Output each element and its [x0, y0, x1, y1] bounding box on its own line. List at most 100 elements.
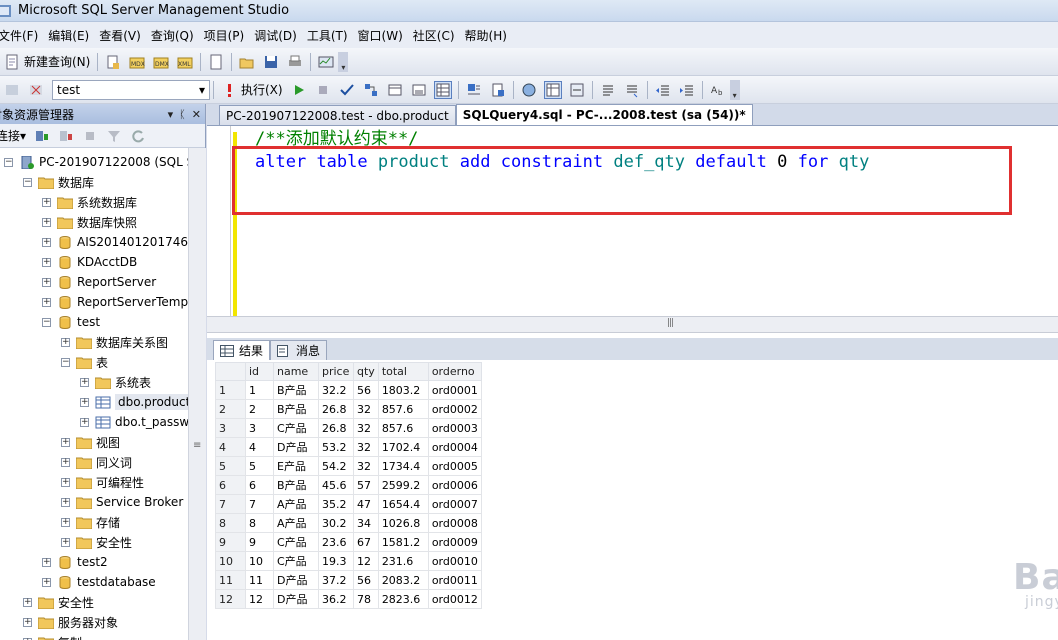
column-header[interactable]: total	[377, 362, 429, 381]
tree-node[interactable]: + 视图	[0, 432, 188, 452]
scroll-grip-icon[interactable]: ≡	[193, 440, 201, 451]
expand-icon[interactable]: +	[80, 417, 89, 427]
menu-item[interactable]: 窗口(W)	[358, 27, 413, 44]
tree-node[interactable]: + dbo.t_password	[0, 412, 188, 432]
grid-cell[interactable]: 12	[353, 551, 379, 571]
expand-icon[interactable]: +	[42, 577, 51, 587]
tree-vertical-scrollbar[interactable]: ≡	[188, 148, 206, 640]
grid-cell[interactable]: A产品	[273, 513, 319, 533]
tree-node[interactable]: + 系统表	[0, 372, 188, 392]
collapse-icon[interactable]: −	[61, 357, 70, 367]
grid-cell[interactable]: 1734.4	[377, 456, 429, 476]
tree-node[interactable]: + test2	[0, 552, 188, 572]
menu-item[interactable]: 帮助(H)	[465, 27, 517, 44]
grid-cell[interactable]: ord0010	[427, 551, 482, 571]
stop-icon[interactable]	[81, 127, 99, 145]
expand-icon[interactable]: +	[42, 557, 51, 567]
grid-cell[interactable]: ord0001	[427, 380, 482, 400]
menu-item[interactable]: 查看(V)	[99, 27, 151, 44]
scroll-grip-icon[interactable]: |||	[667, 318, 674, 328]
table-row[interactable]: 11 11 D产品 37.2 56 2083.2 ord0011	[215, 570, 482, 590]
grid-cell[interactable]: E产品	[273, 456, 319, 476]
row-number[interactable]: 8	[215, 513, 246, 533]
grid-cell[interactable]: 34	[353, 513, 379, 533]
tree-node[interactable]: + KDAcctDB	[0, 252, 188, 272]
grid-cell[interactable]: 9	[245, 532, 274, 552]
table-row[interactable]: 6 6 B产品 45.6 57 2599.2 ord0006	[215, 475, 482, 495]
grid-cell[interactable]: 7	[245, 494, 274, 514]
grid-cell[interactable]: 1654.4	[377, 494, 429, 514]
tree-node[interactable]: + 存储	[0, 512, 188, 532]
filter-icon[interactable]	[105, 127, 123, 145]
table-row[interactable]: 1 1 B产品 32.2 56 1803.2 ord0001	[215, 380, 482, 400]
collapse-icon[interactable]: −	[4, 157, 13, 167]
tree-node[interactable]: + dbo.product	[0, 392, 188, 412]
grid-cell[interactable]: B产品	[273, 399, 319, 419]
new-file-icon[interactable]	[207, 53, 225, 71]
table-row[interactable]: 10 10 C产品 19.3 12 231.6 ord0010	[215, 551, 482, 571]
grid-cell[interactable]: 10	[245, 551, 274, 571]
grid-cell[interactable]: 32.2	[318, 380, 354, 400]
tree-node[interactable]: − test	[0, 312, 188, 332]
row-number[interactable]: 4	[215, 437, 246, 457]
grid-cell[interactable]: 231.6	[377, 551, 429, 571]
expand-icon[interactable]: +	[23, 617, 32, 627]
new-query-button[interactable]: 新建查询(N)	[24, 53, 90, 70]
tree-node[interactable]: + 服务器对象	[0, 612, 188, 632]
disconnect-object-explorer-icon[interactable]	[57, 127, 75, 145]
grid-cell[interactable]: 32	[353, 456, 379, 476]
grid-cell[interactable]: 78	[353, 589, 379, 609]
decrease-indent-icon[interactable]	[654, 81, 672, 99]
grid-cell[interactable]: 53.2	[318, 437, 354, 457]
grid-cell[interactable]: 5	[245, 456, 274, 476]
grid-cell[interactable]: 37.2	[318, 570, 354, 590]
sqlcmd-mode-icon[interactable]	[568, 81, 586, 99]
menu-item[interactable]: 社区(C)	[413, 27, 465, 44]
tree-node[interactable]: + 系统数据库	[0, 192, 188, 212]
expand-icon[interactable]: +	[42, 217, 51, 227]
expand-icon[interactable]: +	[61, 477, 70, 487]
grid-cell[interactable]: D产品	[273, 589, 319, 609]
row-number[interactable]: 3	[215, 418, 246, 438]
grid-cell[interactable]: 3	[245, 418, 274, 438]
comment-lines-icon[interactable]	[599, 81, 617, 99]
xmla-query-icon[interactable]: XML	[176, 53, 194, 71]
grid-cell[interactable]: 47	[353, 494, 379, 514]
open-file-icon[interactable]	[238, 53, 256, 71]
results-to-grid-icon[interactable]	[433, 80, 452, 99]
row-number[interactable]: 9	[215, 532, 246, 552]
stop-icon[interactable]	[314, 81, 332, 99]
tree-node[interactable]: + 安全性	[0, 532, 188, 552]
disconnect-icon[interactable]	[27, 81, 45, 99]
connect-icon[interactable]	[3, 81, 21, 99]
grid-cell[interactable]: 36.2	[318, 589, 354, 609]
tree-node[interactable]: + AIS20140120174606	[0, 232, 188, 252]
menu-item[interactable]: 编辑(E)	[48, 27, 99, 44]
tree-node[interactable]: +复制	[0, 632, 188, 640]
row-number[interactable]: 1	[215, 380, 246, 400]
query-editor[interactable]: /**添加默认约束**/ alter table product add con…	[207, 126, 1058, 320]
expand-icon[interactable]: +	[42, 277, 51, 287]
dropdown-icon[interactable]: ▾	[168, 108, 174, 121]
expand-icon[interactable]: +	[61, 457, 70, 467]
results-grid[interactable]: id name price qty total orderno 1 1 B产品 32.2 56 180…	[215, 362, 482, 609]
include-results-icon[interactable]	[410, 81, 428, 99]
grid-cell[interactable]: 54.2	[318, 456, 354, 476]
query-designer-icon[interactable]	[386, 81, 404, 99]
expand-icon[interactable]: +	[61, 437, 70, 447]
menu-item[interactable]: 调试(D)	[254, 27, 307, 44]
grid-cell[interactable]: 857.6	[377, 399, 429, 419]
grid-cell[interactable]: ord0005	[427, 456, 482, 476]
row-number[interactable]: 6	[215, 475, 246, 495]
database-engine-query-icon[interactable]	[104, 53, 122, 71]
tab-table-design[interactable]: PC-201907122008.test - dbo.product	[219, 105, 456, 125]
expand-icon[interactable]: +	[42, 297, 51, 307]
save-icon[interactable]	[262, 53, 280, 71]
uncomment-lines-icon[interactable]	[623, 81, 641, 99]
expand-icon[interactable]: +	[61, 337, 70, 347]
execute-button[interactable]: 执行(X)	[241, 81, 283, 98]
tab-results[interactable]: 结果	[213, 340, 271, 360]
grid-cell[interactable]: 2599.2	[377, 475, 429, 495]
collapse-icon[interactable]: −	[23, 177, 32, 187]
grid-cell[interactable]: ord0007	[427, 494, 482, 514]
